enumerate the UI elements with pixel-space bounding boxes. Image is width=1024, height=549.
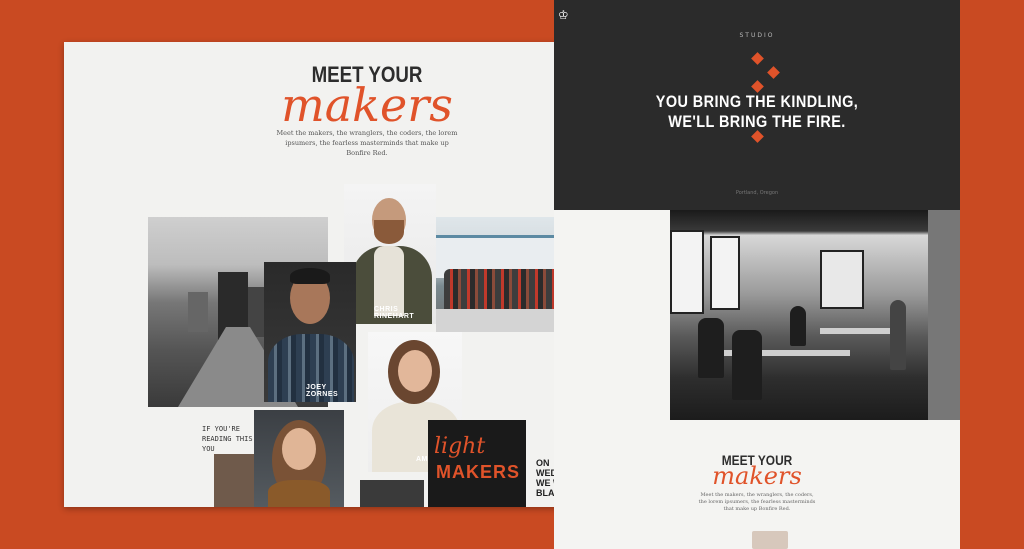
crown-logo-icon[interactable]: ♔ xyxy=(558,8,569,22)
hero-tagline: YOU BRING THE KINDLING, WE'LL BRING THE … xyxy=(584,92,929,132)
chris-photo[interactable]: CHRIS RINEHART xyxy=(344,184,436,324)
handwritten-note: IF YOU'RE READING THIS YOU xyxy=(202,425,253,453)
woman-portrait-photo[interactable] xyxy=(254,410,344,507)
studio-label: STUDIO xyxy=(739,32,775,39)
diamond-icon xyxy=(751,80,764,93)
joey-photo[interactable]: JOEY ZORNES xyxy=(264,262,356,402)
neon-text-light: light xyxy=(434,434,486,459)
hand-photo xyxy=(214,454,258,507)
diamond-icon xyxy=(751,130,764,143)
portrait-thumbnail xyxy=(752,531,788,549)
office-photo xyxy=(670,210,960,420)
hero-section: ♔ STUDIO YOU BRING THE KINDLING, WE'LL B… xyxy=(554,0,960,210)
tagline-line: WE'LL BRING THE FIRE. xyxy=(668,112,846,131)
intro-paragraph: Meet the makers, the wranglers, the code… xyxy=(698,492,816,512)
diamond-icon xyxy=(751,52,764,65)
dark-photo xyxy=(360,480,424,507)
meet-section: MEET YOUR makers Meet the makers, the wr… xyxy=(554,452,960,513)
tagline-line: YOU BRING THE KINDLING, xyxy=(655,92,859,111)
studio-page-preview: ♔ STUDIO YOU BRING THE KINDLING, WE'LL B… xyxy=(554,0,960,549)
neon-text-makers: MAKERS xyxy=(436,462,521,482)
intro-paragraph: Meet the makers, the wranglers, the code… xyxy=(276,129,458,157)
chris-name: CHRIS RINEHART xyxy=(374,306,415,320)
meet-your-title: MEET YOUR xyxy=(721,452,793,468)
hero-location: Portland, Oregon xyxy=(735,190,779,196)
joey-name: JOEY ZORNES xyxy=(306,384,339,398)
neon-sign-photo: light MAKERS xyxy=(428,420,526,507)
diamond-icon xyxy=(767,66,780,79)
